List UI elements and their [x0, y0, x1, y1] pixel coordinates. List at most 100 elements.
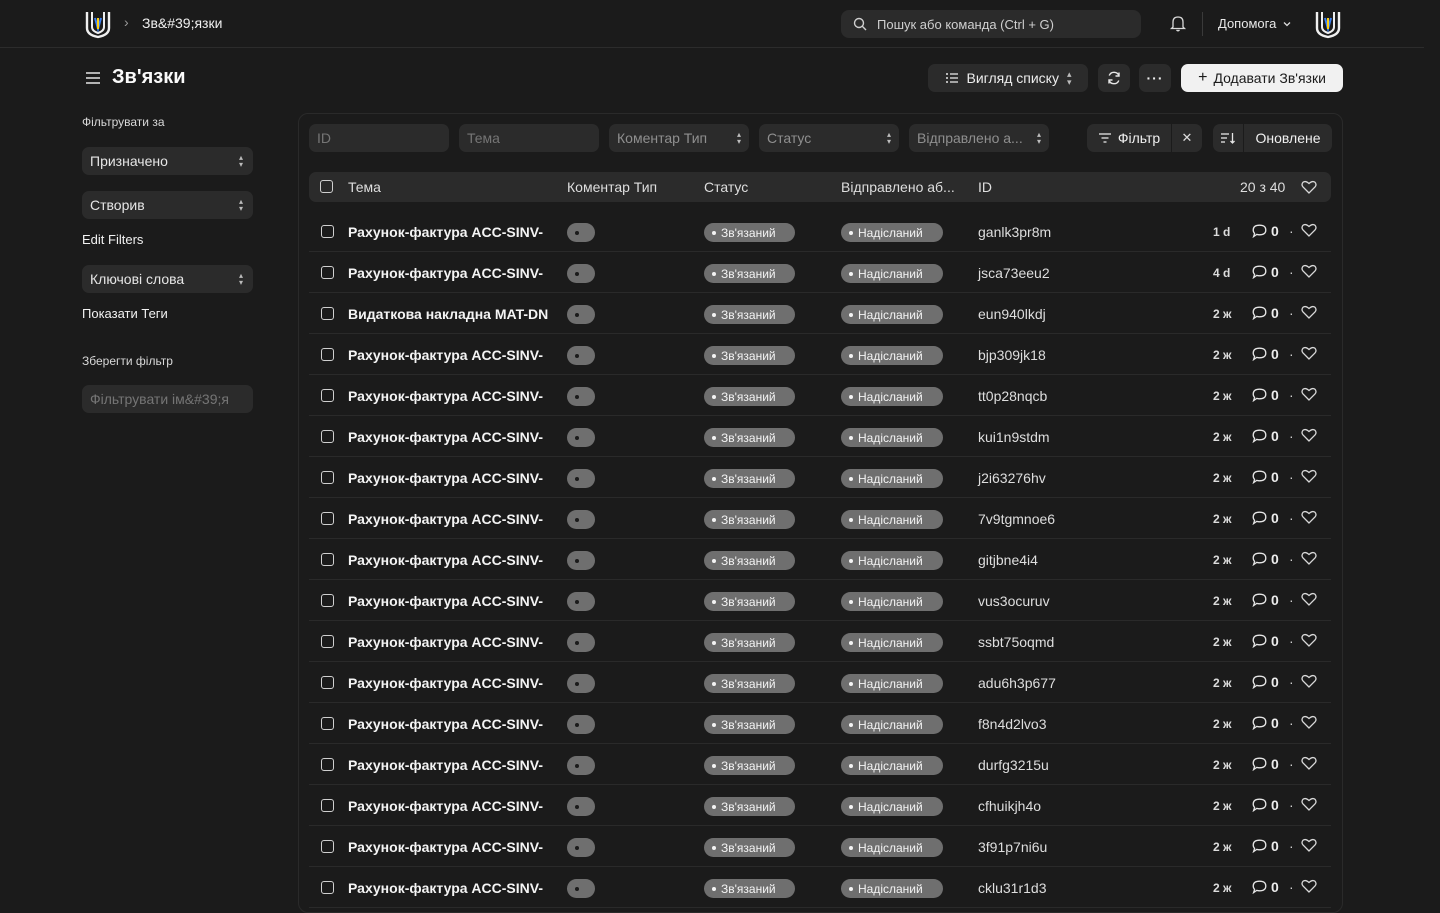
comment-count[interactable]: 0 — [1252, 551, 1279, 567]
comment-count[interactable]: 0 — [1252, 797, 1279, 813]
heart-icon[interactable] — [1301, 180, 1317, 194]
row-checkbox[interactable] — [321, 553, 334, 566]
row-subject[interactable]: Рахунок-фактура ACC-SINV- — [348, 757, 553, 773]
more-actions-button[interactable]: ··· — [1139, 64, 1171, 92]
table-row[interactable]: Рахунок-фактура ACC-SINV- Зв'язаний Надісл… — [309, 375, 1331, 416]
heart-icon[interactable] — [1301, 756, 1317, 770]
row-checkbox[interactable] — [321, 471, 334, 484]
comment-count[interactable]: 0 — [1252, 346, 1279, 362]
heart-icon[interactable] — [1301, 387, 1317, 401]
heart-icon[interactable] — [1301, 510, 1317, 524]
assigned-to-select[interactable]: Призначено ▴ ▾ — [82, 147, 253, 175]
comment-count[interactable]: 0 — [1252, 633, 1279, 649]
heart-icon[interactable] — [1301, 469, 1317, 483]
user-avatar[interactable] — [1314, 9, 1342, 39]
show-tags-link[interactable]: Показати Теги — [82, 306, 168, 321]
row-checkbox[interactable] — [321, 881, 334, 894]
heart-icon[interactable] — [1301, 715, 1317, 729]
row-checkbox[interactable] — [321, 348, 334, 361]
table-row[interactable]: Рахунок-фактура ACC-SINV- Зв'язаний Надісл… — [309, 498, 1331, 539]
status-filter-select[interactable]: Статус ▴ ▾ — [759, 124, 899, 152]
row-subject[interactable]: Рахунок-фактура ACC-SINV- — [348, 634, 553, 650]
row-checkbox[interactable] — [321, 840, 334, 853]
view-switcher-button[interactable]: Вигляд списку ▴ ▾ — [928, 64, 1088, 92]
comment-count[interactable]: 0 — [1252, 469, 1279, 485]
row-subject[interactable]: Рахунок-фактура ACC-SINV- — [348, 880, 553, 896]
row-checkbox[interactable] — [321, 635, 334, 648]
table-row[interactable]: Рахунок-фактура ACC-SINV- Зв'язаний Надісл… — [309, 867, 1331, 908]
column-header-sent[interactable]: Відправлено аб... — [841, 179, 963, 195]
row-subject[interactable]: Рахунок-фактура ACC-SINV- — [348, 798, 553, 814]
breadcrumb-current[interactable]: Зв&#39;язки — [142, 15, 222, 31]
column-header-id[interactable]: ID — [978, 179, 992, 195]
help-dropdown[interactable]: Допомога — [1218, 16, 1292, 31]
row-checkbox[interactable] — [321, 717, 334, 730]
refresh-button[interactable] — [1098, 64, 1130, 92]
row-subject[interactable]: Рахунок-фактура ACC-SINV- — [348, 716, 553, 732]
table-row[interactable]: Рахунок-фактура ACC-SINV- Зв'язаний Надісл… — [309, 252, 1331, 293]
id-filter-input[interactable] — [309, 124, 449, 152]
heart-icon[interactable] — [1301, 674, 1317, 688]
row-checkbox[interactable] — [321, 676, 334, 689]
row-subject[interactable]: Рахунок-фактура ACC-SINV- — [348, 839, 553, 855]
comment-count[interactable]: 0 — [1252, 879, 1279, 895]
row-checkbox[interactable] — [321, 512, 334, 525]
heart-icon[interactable] — [1301, 838, 1317, 852]
created-by-select[interactable]: Створив ▴ ▾ — [82, 191, 253, 219]
table-row[interactable]: Рахунок-фактура ACC-SINV- Зв'язаний Надісл… — [309, 826, 1331, 867]
table-row[interactable]: Рахунок-фактура ACC-SINV- Зв'язаний Надісл… — [309, 621, 1331, 662]
comment-count[interactable]: 0 — [1252, 510, 1279, 526]
heart-icon[interactable] — [1301, 305, 1317, 319]
sort-direction-button[interactable] — [1213, 124, 1243, 152]
heart-icon[interactable] — [1301, 428, 1317, 442]
clear-filter-button[interactable]: ✕ — [1172, 124, 1202, 152]
table-row[interactable]: Рахунок-фактура ACC-SINV- Зв'язаний Надісл… — [309, 703, 1331, 744]
column-header-comment-type[interactable]: Коментар Тип — [567, 179, 657, 195]
sent-filter-select[interactable]: Відправлено а... ▴ ▾ — [909, 124, 1049, 152]
row-subject[interactable]: Видаткова накладна MAT-DN — [348, 306, 553, 322]
app-logo-icon[interactable] — [84, 9, 112, 39]
search-bar[interactable]: Пошук або команда (Ctrl + G) — [841, 10, 1141, 38]
row-subject[interactable]: Рахунок-фактура ACC-SINV- — [348, 347, 553, 363]
table-row[interactable]: Рахунок-фактура ACC-SINV- Зв'язаний Надісл… — [309, 416, 1331, 457]
heart-icon[interactable] — [1301, 223, 1317, 237]
row-subject[interactable]: Рахунок-фактура ACC-SINV- — [348, 224, 553, 240]
row-checkbox[interactable] — [321, 225, 334, 238]
row-checkbox[interactable] — [321, 389, 334, 402]
select-all-checkbox[interactable] — [320, 180, 333, 193]
comment-count[interactable]: 0 — [1252, 223, 1279, 239]
table-row[interactable]: Рахунок-фактура ACC-SINV- Зв'язаний Надісл… — [309, 334, 1331, 375]
column-header-subject[interactable]: Тема — [348, 179, 381, 195]
comment-count[interactable]: 0 — [1252, 305, 1279, 321]
row-checkbox[interactable] — [321, 594, 334, 607]
heart-icon[interactable] — [1301, 879, 1317, 893]
subject-filter-input[interactable] — [459, 124, 599, 152]
keywords-select[interactable]: Ключові слова ▴ ▾ — [82, 265, 253, 293]
table-row[interactable]: Рахунок-фактура ACC-SINV- Зв'язаний Надісл… — [309, 457, 1331, 498]
row-checkbox[interactable] — [321, 266, 334, 279]
row-subject[interactable]: Рахунок-фактура ACC-SINV- — [348, 511, 553, 527]
comment-count[interactable]: 0 — [1252, 838, 1279, 854]
comment-count[interactable]: 0 — [1252, 387, 1279, 403]
edit-filters-link[interactable]: Edit Filters — [82, 232, 143, 247]
heart-icon[interactable] — [1301, 633, 1317, 647]
row-subject[interactable]: Рахунок-фактура ACC-SINV- — [348, 388, 553, 404]
comment-count[interactable]: 0 — [1252, 592, 1279, 608]
comment-count[interactable]: 0 — [1252, 264, 1279, 280]
row-subject[interactable]: Рахунок-фактура ACC-SINV- — [348, 675, 553, 691]
sidebar-toggle-icon[interactable] — [84, 69, 102, 87]
heart-icon[interactable] — [1301, 592, 1317, 606]
heart-icon[interactable] — [1301, 264, 1317, 278]
comment-count[interactable]: 0 — [1252, 756, 1279, 772]
table-row[interactable]: Рахунок-фактура ACC-SINV- Зв'язаний Надісл… — [309, 785, 1331, 826]
table-row[interactable]: Рахунок-фактура ACC-SINV- Зв'язаний Надісл… — [309, 662, 1331, 703]
row-checkbox[interactable] — [321, 307, 334, 320]
row-subject[interactable]: Рахунок-фактура ACC-SINV- — [348, 552, 553, 568]
row-subject[interactable]: Рахунок-фактура ACC-SINV- — [348, 429, 553, 445]
comment-count[interactable]: 0 — [1252, 674, 1279, 690]
row-checkbox[interactable] — [321, 799, 334, 812]
row-checkbox[interactable] — [321, 758, 334, 771]
row-subject[interactable]: Рахунок-фактура ACC-SINV- — [348, 470, 553, 486]
comment-type-filter-select[interactable]: Коментар Тип ▴ ▾ — [609, 124, 749, 152]
row-subject[interactable]: Рахунок-фактура ACC-SINV- — [348, 265, 553, 281]
